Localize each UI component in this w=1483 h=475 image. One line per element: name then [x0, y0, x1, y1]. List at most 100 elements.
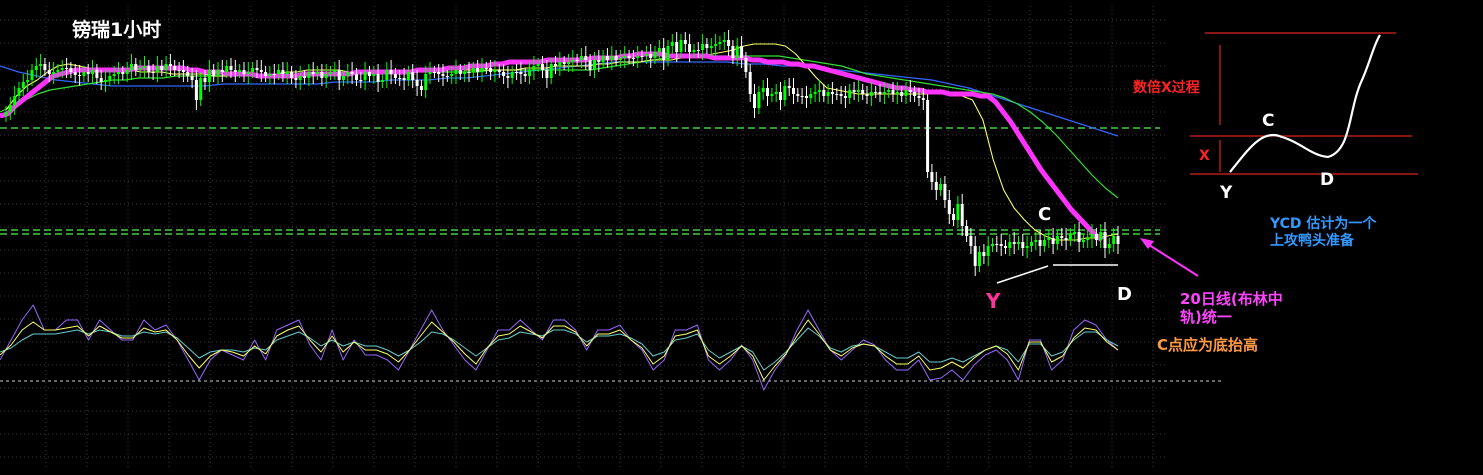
candle-body [130, 64, 133, 70]
candle-body [952, 214, 956, 220]
candle-body [255, 68, 259, 70]
candle-body [679, 40, 683, 52]
candle-body [792, 88, 795, 94]
candle-body [510, 72, 514, 78]
candle-body [796, 94, 800, 96]
candle-body [930, 172, 934, 182]
candle-body [450, 74, 454, 76]
candle-body [272, 74, 276, 75]
candle-body [194, 80, 198, 100]
candle-body [835, 94, 839, 95]
candle-body [614, 56, 618, 60]
inset-d-label: D [1320, 170, 1334, 190]
candle-body [56, 70, 60, 72]
candle-body [372, 74, 376, 76]
candle-body [303, 76, 307, 78]
candle-body [1017, 242, 1020, 244]
candle-body [783, 86, 787, 100]
candle-body [567, 62, 570, 64]
candle-body [1055, 236, 1059, 244]
candle-body [1025, 246, 1029, 248]
candle-body [121, 72, 125, 74]
candle-body [497, 70, 501, 72]
candle-body [13, 96, 17, 105]
candle-body [562, 62, 566, 64]
candle-body [78, 75, 82, 76]
candle-body [147, 66, 151, 72]
candle-body [363, 72, 367, 80]
candle-body [1077, 232, 1081, 242]
candle-body [1012, 242, 1016, 244]
candle-body [467, 72, 471, 73]
candle-body [757, 92, 761, 108]
candle-body [571, 60, 575, 62]
candle-body [805, 96, 808, 98]
candle-body [817, 90, 821, 92]
candle-body [528, 70, 531, 76]
candle-body [727, 40, 731, 46]
candle-body [1099, 232, 1103, 240]
candle-body [160, 66, 164, 70]
price-chart: 镑瑞1小时 C Y D 20日线(布林中 轨)统一 C点应为底抬高 数倍X过程 … [0, 0, 1483, 475]
candle-body [242, 70, 246, 74]
candle-body [787, 86, 791, 88]
candle-body [865, 94, 869, 96]
candle-body [995, 244, 999, 245]
candle-body [644, 54, 648, 56]
candle-body [991, 244, 994, 246]
candle-body [878, 92, 882, 94]
candle-body [69, 68, 73, 72]
candle-body [943, 184, 947, 200]
candle-body [484, 68, 488, 69]
candle-body [978, 252, 981, 266]
candle-body [268, 74, 272, 76]
candle-body [1086, 238, 1090, 240]
ma20-note-line2: 轨)统一 [1180, 308, 1232, 326]
candle-body [683, 40, 687, 44]
candle-body [558, 62, 562, 66]
candle-body [238, 70, 242, 72]
ycd-note-line2: 上攻鸭头准备 [1270, 232, 1355, 249]
candle-body [458, 70, 462, 74]
candle-body [779, 92, 782, 100]
candle-body [545, 70, 549, 78]
candle-body [809, 94, 813, 98]
candle-body [173, 66, 177, 70]
candle-body [480, 68, 484, 72]
candle-body [437, 72, 441, 74]
candle-body [1042, 240, 1046, 246]
candle-body [887, 90, 891, 92]
candle-body [839, 94, 843, 96]
candle-body [21, 82, 25, 88]
candle-body [696, 50, 700, 51]
candle-body [99, 78, 103, 82]
candle-body [125, 70, 129, 74]
candle-body [134, 64, 138, 70]
candle-body [359, 80, 363, 81]
candle-body [554, 64, 557, 66]
candle-body [939, 184, 943, 190]
candle-body [316, 72, 319, 74]
candle-body [151, 72, 155, 73]
candle-body [960, 204, 964, 226]
y-point-label: Y [985, 289, 1001, 313]
candle-body [843, 96, 847, 98]
candle-body [744, 58, 748, 72]
candle-body [973, 246, 977, 266]
candle-body [722, 40, 726, 42]
candle-body [311, 72, 315, 74]
candle-body [774, 92, 778, 94]
candle-body [1008, 242, 1012, 248]
candle-body [813, 92, 817, 94]
candle-body [104, 80, 107, 82]
ma20-note-line1: 20日线(布林中 [1180, 290, 1283, 308]
candle-body [1064, 238, 1068, 240]
candle-body [1021, 242, 1025, 248]
candle-body [917, 96, 921, 98]
candle-body [649, 54, 653, 58]
candle-body [380, 80, 384, 82]
candle-body [333, 70, 337, 72]
candle-body [874, 92, 878, 93]
candle-body [43, 64, 47, 70]
candle-body [47, 70, 51, 74]
